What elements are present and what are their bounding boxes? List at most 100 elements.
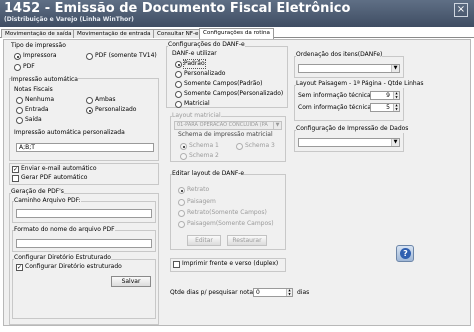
geracao-pdfs-legend: Geração de PDF's (11, 188, 64, 196)
radio-danfe-personalizado-label: Personalizado (184, 70, 226, 77)
qtde-dias-value: 0 (256, 289, 260, 296)
notas-fiscais-label: Notas Fiscais (14, 86, 53, 93)
ordenacao-legend: Ordenação dos itens(DANFe) (296, 51, 383, 59)
radio-danfe-matricial-label: Matricial (184, 100, 210, 107)
window-title: 1452 - Emissão de Documento Fiscal Eletr… (4, 1, 351, 16)
tab-strip: Movimentação de saída Movimentação de en… (0, 28, 474, 39)
spin-down-icon[interactable]: ▼ (393, 95, 399, 99)
close-icon[interactable]: × (454, 3, 468, 17)
radio-personalizado-label: Personalizado (95, 106, 137, 113)
radio-schema-3[interactable] (236, 143, 243, 150)
config-dados-combo[interactable]: ▼ (298, 138, 400, 147)
com-info-label: Com informação técnica (298, 104, 372, 111)
danfe-utilizar-label: DANF-e utilizar (172, 50, 217, 57)
radio-impressora[interactable] (14, 53, 21, 60)
frente-verso-checkbox[interactable] (173, 261, 180, 268)
radio-danfe-somente-personalizado[interactable] (175, 91, 182, 98)
radio-danfe-somente-personalizado-label: Somente Campos(Personalizado) (184, 90, 284, 97)
radio-personalizado[interactable] (86, 107, 93, 114)
radio-danfe-matricial[interactable] (175, 101, 182, 108)
help-button[interactable]: ? (396, 245, 414, 262)
configurar-diretorio-checkbox[interactable]: ✓ (16, 264, 23, 271)
radio-retrato-somente[interactable] (178, 210, 185, 217)
radio-ambas[interactable] (86, 97, 93, 104)
radio-paisagem-label: Paisagem (187, 198, 216, 205)
radio-pdf-tv14[interactable] (86, 53, 93, 60)
schema-label: Schema de impressão matricial (178, 131, 273, 138)
config-danfe-legend: Configurações do DANF-e (168, 41, 245, 49)
sem-info-input[interactable]: 9 ▲ ▼ (370, 91, 400, 100)
com-info-input[interactable]: 5 ▲ ▼ (370, 103, 400, 112)
config-dados-legend: Configuração de Impressão de Dados (296, 125, 409, 133)
caminho-input[interactable] (16, 209, 152, 218)
radio-paisagem-somente[interactable] (178, 221, 185, 228)
radio-paisagem[interactable] (178, 199, 185, 206)
radio-danfe-personalizado[interactable] (175, 71, 182, 78)
com-info-value: 5 (386, 104, 390, 111)
radio-danfe-padrao-label: Padrão (183, 59, 206, 69)
radio-schema-1[interactable] (180, 143, 187, 150)
ordenacao-combo[interactable]: ▼ (298, 64, 400, 73)
impressao-automatica-legend: Impressão automática (11, 76, 78, 84)
enviar-email-checkbox[interactable]: ✓ (12, 166, 19, 173)
radio-danfe-somente-padrao-label: Somente Campos(Padrão) (184, 80, 263, 87)
impressao-personalizada-input[interactable]: A;B;T (16, 143, 154, 152)
gerar-pdf-label: Gerar PDF automático (21, 174, 88, 181)
settings-panel: Tipo de impressão Impressora PDF (soment… (3, 39, 471, 326)
configurar-diretorio-legend: Configurar Diretório Estruturado (14, 254, 111, 262)
radio-schema-1-label: Schema 1 (189, 142, 219, 149)
formato-input[interactable] (16, 239, 152, 248)
chevron-down-icon: ▼ (391, 65, 399, 72)
radio-impressora-label: Impressora (23, 52, 57, 59)
gerar-pdf-checkbox[interactable] (12, 175, 19, 182)
radio-pdf[interactable] (14, 64, 21, 71)
radio-retrato-somente-label: Retrato(Somente Campos) (187, 209, 267, 216)
layout-paisagem-legend: Layout Paisagem - 1ª Página - Qtde Linha… (296, 80, 424, 88)
layout-matricial-combo-value: 01-PARA OPERACAO CONCLUIDA (PA (177, 122, 268, 128)
radio-nenhuma-label: Nenhuma (25, 96, 55, 103)
formato-label: Formato do nome do arquivo PDF (14, 226, 115, 234)
qtde-dias-input[interactable]: 0 ▲ ▼ (253, 288, 293, 297)
layout-matricial-combo[interactable]: 01-PARA OPERACAO CONCLUIDA (PA ▼ (174, 121, 282, 130)
tab-consultar-nfe[interactable]: Consultar NF-e (153, 29, 203, 38)
radio-schema-3-label: Schema 3 (245, 142, 275, 149)
salvar-button[interactable]: Salvar (111, 276, 151, 287)
chevron-down-icon: ▼ (391, 139, 399, 146)
title-bar: 1452 - Emissão de Documento Fiscal Eletr… (0, 0, 474, 27)
window-subtitle: (Distribuição e Varejo (Linha WinThor) (4, 16, 134, 23)
tipo-impressao-legend: Tipo de impressão (11, 42, 66, 49)
radio-ambas-label: Ambas (95, 96, 116, 103)
layout-matricial-legend: Layout matricial (172, 112, 221, 120)
qtde-dias-unit: dias (297, 289, 310, 296)
radio-saida-label: Saída (25, 116, 42, 123)
enviar-email-label: Enviar e-mail automático (21, 165, 97, 172)
chevron-down-icon: ▼ (273, 122, 281, 129)
radio-entrada-label: Entrada (25, 106, 49, 113)
radio-saida[interactable] (16, 117, 23, 124)
spin-down-icon[interactable]: ▼ (286, 292, 292, 296)
spin-down-icon[interactable]: ▼ (393, 107, 399, 111)
sem-info-value: 9 (386, 92, 390, 99)
restaurar-button[interactable]: Restaurar (227, 235, 267, 246)
tab-configuracoes-rotina[interactable]: Configurações da rotina (199, 28, 274, 39)
radio-danfe-padrao[interactable] (175, 61, 182, 68)
radio-retrato[interactable] (178, 187, 185, 194)
radio-pdf-tv14-label: PDF (somente TV14) (95, 52, 157, 59)
qtde-dias-label: Qtde dias p/ pesquisar notas: (170, 289, 259, 296)
radio-schema-2-label: Schema 2 (189, 152, 219, 159)
sem-info-label: Sem informação técnica (298, 92, 371, 99)
help-icon: ? (400, 248, 411, 259)
impressao-personalizada-label: Impressão automática personalizada (14, 129, 125, 136)
radio-paisagem-somente-label: Paisagem(Somente Campos) (187, 220, 274, 227)
editar-button[interactable]: Editar (187, 235, 221, 246)
tab-movimentacao-entrada[interactable]: Movimentação de entrada (73, 29, 155, 38)
caminho-label: Caminho Arquivo PDF: (14, 197, 81, 205)
tab-movimentacao-saida[interactable]: Movimentação de saída (1, 29, 76, 38)
radio-schema-2[interactable] (180, 153, 187, 160)
radio-entrada[interactable] (16, 107, 23, 114)
configurar-diretorio-label: Configurar Diretório estruturado (25, 263, 122, 270)
radio-pdf-label: PDF (23, 63, 35, 70)
radio-danfe-somente-padrao[interactable] (175, 81, 182, 88)
radio-retrato-label: Retrato (187, 186, 210, 193)
radio-nenhuma[interactable] (16, 97, 23, 104)
